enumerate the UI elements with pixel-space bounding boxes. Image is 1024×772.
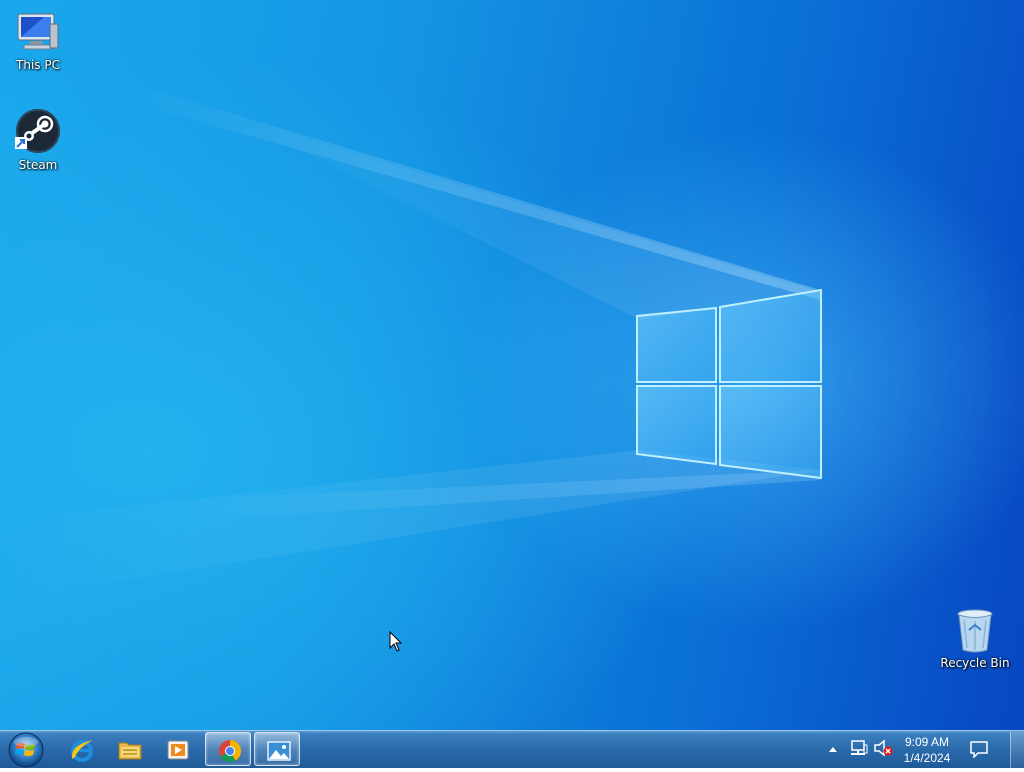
mouse-cursor-icon bbox=[389, 631, 403, 652]
windows-logo-wallpaper bbox=[636, 288, 822, 480]
clock-time: 9:09 AM bbox=[904, 735, 950, 749]
desktop-icon-recycle-bin[interactable]: Recycle Bin bbox=[937, 606, 1013, 670]
action-center-icon[interactable] bbox=[970, 740, 988, 758]
recycle-bin-icon bbox=[951, 606, 999, 654]
clock-date: 1/4/2024 bbox=[903, 751, 951, 765]
show-hidden-icons-arrow[interactable] bbox=[828, 745, 838, 753]
wallpaper-light-beams bbox=[0, 80, 820, 600]
desktop-icon-label: This PC bbox=[16, 58, 60, 72]
network-icon[interactable] bbox=[850, 739, 868, 757]
taskbar-file-explorer[interactable] bbox=[106, 732, 152, 766]
desktop-icon-label: Steam bbox=[18, 158, 58, 172]
taskbar-internet-explorer[interactable] bbox=[58, 732, 104, 766]
desktop-icon-this-pc[interactable]: This PC bbox=[0, 8, 76, 72]
taskbar-chrome[interactable] bbox=[205, 732, 251, 766]
desktop-icon-label: Recycle Bin bbox=[940, 656, 1010, 670]
taskbar: 9:09 AM 1/4/2024 bbox=[0, 730, 1024, 768]
show-desktop-button[interactable] bbox=[1010, 732, 1024, 768]
file-explorer-icon bbox=[118, 742, 142, 760]
desktop-icon-steam[interactable]: Steam bbox=[0, 108, 76, 172]
volume-muted-icon[interactable] bbox=[874, 739, 894, 757]
media-player-icon bbox=[167, 740, 189, 760]
this-pc-icon bbox=[14, 8, 62, 56]
taskbar-clock[interactable]: 9:09 AM 1/4/2024 bbox=[894, 734, 960, 766]
taskbar-photos[interactable] bbox=[254, 732, 300, 766]
windows-orb-icon bbox=[8, 732, 44, 768]
start-button[interactable] bbox=[4, 732, 48, 768]
internet-explorer-icon bbox=[71, 740, 93, 762]
chrome-icon bbox=[219, 740, 241, 762]
taskbar-media-player[interactable] bbox=[154, 732, 200, 766]
steam-icon bbox=[14, 108, 62, 156]
photos-icon bbox=[267, 741, 291, 761]
desktop[interactable]: This PC Steam Recycle Bin bbox=[0, 0, 1024, 730]
